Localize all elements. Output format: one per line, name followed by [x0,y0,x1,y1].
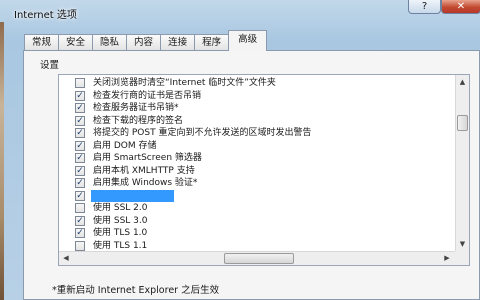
internet-options-window: Internet 选项 ? ✕ 常规 安全 隐私 内容 连接 程序 高级 设置 … [0,0,480,300]
background-strip [0,22,4,300]
tab-general[interactable]: 常规 [24,34,60,51]
setting-label: 启用 SmartScreen 筛选器 [93,153,202,163]
setting-item[interactable]: ✓ 将提交的 POST 重定向到不允许发送的区域时发出警告 [59,127,455,139]
settings-label: 设置 [40,60,60,71]
setting-item[interactable]: ✓ 启用本机 XMLHTTP 支持 [59,165,455,177]
restart-note: *重新启动 Internet Explorer 之后生效 [52,285,220,296]
setting-label: 启用增强保护模式* [91,189,174,202]
close-button[interactable]: ✕ [441,0,480,14]
checkmark-icon[interactable]: ✓ [75,128,85,138]
setting-label: 关闭浏览器时清空“Internet 临时文件”文件夹 [93,78,276,88]
horizontal-scroll-thumb[interactable] [224,253,294,264]
checkmark-icon[interactable]: ✓ [75,115,85,126]
setting-item[interactable]: 关闭浏览器时清空“Internet 临时文件”文件夹 [59,77,455,89]
scroll-right-icon[interactable]: ▶ [441,252,453,265]
checkmark-icon[interactable]: ✓ [75,178,85,188]
setting-item[interactable]: ✓ 检查发行商的证书是否吊销 [59,90,455,102]
horizontal-scrollbar[interactable]: ◀ ▶ [59,251,455,265]
settings-listbox[interactable]: 关闭浏览器时清空“Internet 临时文件”文件夹 ✓ 检查发行商的证书是否吊销 ✓… [58,74,470,266]
setting-label: 将提交的 POST 重定向到不允许发送的区域时发出警告 [93,128,312,138]
checkmark-icon[interactable]: ✓ [75,165,85,176]
setting-label: 使用 SSL 2.0 [93,203,148,213]
settings-list: 关闭浏览器时清空“Internet 临时文件”文件夹 ✓ 检查发行商的证书是否吊销 ✓… [59,75,455,251]
setting-item[interactable]: ✓ 启用增强保护模式* [59,189,455,202]
setting-label: 检查发行商的证书是否吊销 [93,90,202,101]
setting-item[interactable]: ✓ 使用 TLS 1.0 [59,227,455,239]
setting-item[interactable]: ✓ 检查服务器证书吊销* [59,102,455,114]
setting-item[interactable]: 使用 TLS 1.1 [59,240,455,252]
checkmark-icon[interactable]: ✓ [75,190,85,201]
tab-privacy[interactable]: 隐私 [92,34,128,51]
setting-item[interactable]: ✓ 启用 SmartScreen 筛选器 [59,152,455,164]
scroll-down-icon[interactable]: ▼ [456,238,469,250]
tab-advanced[interactable]: 高级 [228,30,268,51]
tab-security[interactable]: 安全 [58,34,94,51]
scroll-corner [455,251,469,265]
scroll-up-icon[interactable]: ▲ [456,76,469,88]
checkmark-icon[interactable]: ✓ [75,228,85,238]
help-button[interactable]: ? [408,0,441,14]
checkmark-icon[interactable]: ✓ [75,90,85,101]
tab-content[interactable]: 内容 [126,34,162,51]
tab-connections[interactable]: 连接 [160,34,196,51]
setting-checkbox[interactable] [75,203,85,213]
setting-label: 检查服务器证书吊销* [93,103,179,113]
setting-label: 检查下载的程序的签名 [93,115,184,126]
setting-label: 启用 DOM 存储 [93,140,157,151]
setting-label: 使用 TLS 1.0 [93,228,148,238]
checkmark-icon[interactable]: ✓ [75,140,85,151]
setting-label: 启用集成 Windows 验证* [93,178,198,188]
setting-item[interactable]: 使用 SSL 2.0 [59,202,455,214]
tab-programs[interactable]: 程序 [194,34,230,51]
setting-item[interactable]: ✓ 检查下载的程序的签名 [59,115,455,127]
setting-label: 启用本机 XMLHTTP 支持 [93,165,195,176]
checkmark-icon[interactable]: ✓ [75,103,85,113]
setting-checkbox[interactable] [75,78,85,88]
vertical-scrollbar[interactable]: ▲ ▼ [455,75,469,251]
advanced-panel: 设置 关闭浏览器时清空“Internet 临时文件”文件夹 ✓ 检查发行商的证书是否… [23,50,480,300]
setting-label: 使用 TLS 1.1 [93,240,148,251]
setting-item[interactable]: ✓ 使用 SSL 3.0 [59,215,455,227]
checkmark-icon[interactable]: ✓ [75,153,85,163]
setting-item[interactable]: ✓ 启用 DOM 存储 [59,140,455,152]
checkmark-icon[interactable]: ✓ [75,215,85,226]
setting-checkbox[interactable] [75,240,85,251]
window-title: Internet 选项 [14,10,77,21]
setting-label: 使用 SSL 3.0 [93,215,148,226]
setting-item[interactable]: ✓ 启用集成 Windows 验证* [59,177,455,189]
tab-strip: 常规 安全 隐私 内容 连接 程序 高级 [24,30,268,51]
scroll-left-icon[interactable]: ◀ [60,252,72,265]
vertical-scroll-thumb[interactable] [457,115,468,131]
